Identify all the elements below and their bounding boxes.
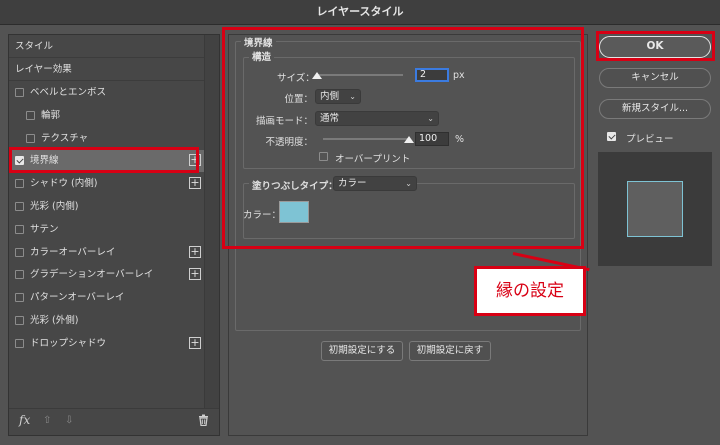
effect-checkbox[interactable]	[15, 156, 24, 166]
effect-checkbox[interactable]	[15, 338, 24, 348]
overprint-checkbox[interactable]	[319, 152, 328, 161]
effect-item[interactable]: 光彩 (外側)	[9, 310, 205, 332]
opacity-label: 不透明度：	[265, 137, 313, 148]
effect-item[interactable]: 光彩 (内側)	[9, 196, 205, 218]
style-preview-thumbnail	[598, 152, 712, 266]
blend-mode-value: 通常	[320, 113, 340, 124]
styles-header-item[interactable]: スタイル	[9, 36, 205, 58]
position-value: 内側	[320, 91, 340, 102]
window-title: レイヤースタイル	[0, 0, 720, 25]
add-effect-icon[interactable]: +	[189, 154, 201, 167]
preview-checkbox[interactable]	[607, 132, 616, 141]
fill-type-value: カラー	[338, 178, 367, 189]
effect-label: カラーオーバーレイ	[30, 246, 116, 258]
effect-label: 輪郭	[41, 109, 61, 121]
opacity-input[interactable]: 100	[415, 132, 449, 146]
preview-square	[627, 181, 683, 237]
styles-list-footer: fx ⇧ ⇩	[9, 408, 219, 435]
size-input[interactable]: 2	[415, 68, 449, 82]
size-slider-thumb[interactable]	[312, 72, 322, 79]
stroke-color-swatch[interactable]	[279, 201, 309, 223]
effect-label: テクスチャ	[41, 132, 89, 144]
effect-label: 光彩 (外側)	[30, 315, 79, 326]
position-label: 位置：	[284, 94, 313, 105]
effect-label: 光彩 (内側)	[30, 201, 79, 212]
size-slider-track[interactable]	[317, 74, 403, 76]
effect-item[interactable]: 境界線 +	[9, 150, 205, 173]
effect-checkbox[interactable]	[15, 179, 24, 189]
effect-checkbox[interactable]	[15, 247, 24, 257]
effect-label: ドロップシャドウ	[30, 337, 107, 349]
effect-checkbox[interactable]	[15, 316, 24, 325]
effect-item[interactable]: シャドウ (内側) +	[9, 173, 205, 195]
ok-button[interactable]: OK	[599, 36, 711, 58]
fill-type-label: 塗りつぶしタイプ：	[249, 178, 341, 192]
stroke-section-title: 境界線	[241, 35, 276, 49]
effect-checkbox[interactable]	[26, 133, 35, 143]
effect-item[interactable]: ベベルとエンボス	[9, 82, 205, 104]
structure-title: 構造	[249, 49, 275, 63]
make-default-button[interactable]: 初期設定にする	[321, 341, 403, 361]
layer-effects-header-item[interactable]: レイヤー効果	[9, 59, 205, 81]
chevron-down-icon: ⌄	[405, 179, 412, 188]
add-effect-icon[interactable]: +	[189, 245, 201, 258]
overprint-label: オーバープリント	[335, 154, 411, 165]
fx-icon[interactable]: fx	[19, 413, 30, 427]
effect-label: サテン	[30, 223, 59, 235]
effect-checkbox[interactable]	[26, 110, 35, 120]
cancel-button[interactable]: キャンセル	[599, 68, 711, 88]
reset-default-button[interactable]: 初期設定に戻す	[409, 341, 491, 361]
stroke-settings-panel: 境界線 構造 サイズ： 2 px 位置： 内側 ⌄ 描画モード： 通常 ⌄ 不透…	[228, 34, 588, 436]
position-select[interactable]: 内側 ⌄	[315, 89, 361, 104]
effect-item[interactable]: カラーオーバーレイ +	[9, 242, 205, 264]
effect-item[interactable]: パターンオーバーレイ	[9, 287, 205, 309]
add-effect-icon[interactable]: +	[189, 336, 201, 349]
effect-label: ベベルとエンボス	[30, 87, 107, 98]
opacity-unit: %	[455, 134, 465, 145]
blend-mode-select[interactable]: 通常 ⌄	[315, 111, 439, 126]
preview-label: プレビュー	[626, 134, 674, 145]
effect-item[interactable]: サテン	[9, 219, 205, 241]
styles-list-scrollbar[interactable]	[204, 35, 219, 409]
effect-item[interactable]: 輪郭	[9, 105, 205, 127]
effect-label: グラデーションオーバーレイ	[30, 269, 154, 281]
arrow-down-icon[interactable]: ⇩	[65, 415, 73, 426]
new-style-button[interactable]: 新規スタイル...	[599, 99, 711, 119]
blend-mode-label: 描画モード：	[255, 116, 313, 127]
trash-icon[interactable]	[198, 414, 209, 429]
layer-effects-header-label: レイヤー効果	[15, 64, 72, 75]
callout-box: 縁の設定	[474, 266, 586, 316]
effect-item[interactable]: テクスチャ	[9, 128, 205, 150]
effect-label: パターンオーバーレイ	[30, 292, 125, 304]
effect-label: シャドウ (内側)	[30, 178, 98, 190]
effect-label: 境界線	[30, 155, 59, 167]
effect-checkbox[interactable]	[15, 270, 24, 280]
arrow-up-icon[interactable]: ⇧	[43, 415, 51, 426]
styles-list-panel: スタイル レイヤー効果 ベベルとエンボス 輪郭 テクスチャ 境界線 + シャドウ (内側)…	[8, 34, 220, 436]
effect-checkbox[interactable]	[15, 293, 24, 303]
styles-header-label: スタイル	[15, 41, 54, 52]
effect-checkbox[interactable]	[15, 224, 24, 234]
opacity-slider-thumb[interactable]	[404, 136, 414, 143]
size-label: サイズ：	[277, 73, 315, 84]
effect-item[interactable]: ドロップシャドウ +	[9, 333, 205, 355]
add-effect-icon[interactable]: +	[189, 268, 201, 281]
add-effect-icon[interactable]: +	[189, 177, 201, 190]
color-label: カラー：	[243, 210, 282, 221]
fill-type-select[interactable]: カラー ⌄	[333, 176, 417, 191]
opacity-slider-track[interactable]	[323, 138, 409, 140]
chevron-down-icon: ⌄	[349, 92, 356, 101]
chevron-down-icon: ⌄	[427, 114, 434, 123]
size-unit: px	[453, 70, 465, 81]
effect-checkbox[interactable]	[15, 202, 24, 211]
effect-item[interactable]: グラデーションオーバーレイ +	[9, 264, 205, 286]
effect-checkbox[interactable]	[15, 88, 24, 97]
